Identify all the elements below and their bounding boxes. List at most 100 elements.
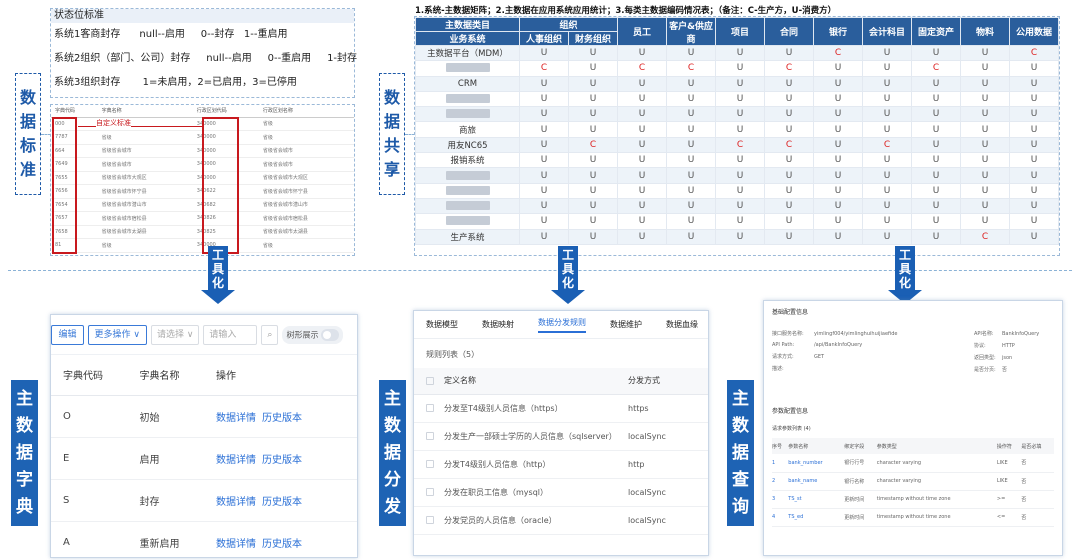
share-cell: U <box>617 167 667 184</box>
rule-mode: https <box>628 394 708 423</box>
field-value: yimlingf004/yimlinghuihuijiaefide <box>814 331 898 337</box>
share-matrix: 主数据类目 组织 员工 客户&供应商 项目 合同 银行 会计科目 固定资产 物料… <box>415 17 1059 245</box>
share-cell: U <box>911 182 961 199</box>
search-icon[interactable]: ⌕ <box>261 324 279 345</box>
share-cell: U <box>960 90 1010 108</box>
share-row: 主数据平台（MDM） U U U U U U C U U U C <box>415 44 1059 62</box>
share-cell: U <box>568 90 618 108</box>
edit-button[interactable]: 编辑 <box>51 324 84 345</box>
dict-row: S 封存 数据详情 历史版本 <box>51 479 357 522</box>
share-cell: U <box>764 152 814 169</box>
system-name <box>415 182 520 199</box>
rule-row[interactable]: 分发生产一部硕士学历的人员信息（sqlserver） localSync <box>414 422 708 451</box>
rule-row[interactable]: 分发在职员工信息（mysql） localSync <box>414 478 708 507</box>
tooling-arrow: 工具化 <box>201 246 235 304</box>
rule-count: 规则列表（5） <box>426 350 480 359</box>
param-header: 是否必填 <box>1021 438 1054 454</box>
field-label: API Path: <box>772 342 795 348</box>
row-checkbox[interactable] <box>426 432 434 440</box>
share-header: 人事组织 <box>519 31 569 46</box>
data-detail-link[interactable]: 数据详情 <box>216 455 256 466</box>
redacted-block <box>445 170 490 180</box>
row-checkbox[interactable] <box>426 460 434 468</box>
share-cell: U <box>1009 60 1059 77</box>
dist-header: 定义名称 <box>444 368 628 395</box>
system-name-text: 商旅 <box>458 125 476 136</box>
share-cell: U <box>617 152 667 169</box>
rule-checkbox-cell <box>414 450 444 479</box>
share-cell: U <box>911 152 961 169</box>
system-name-text: CRM <box>457 78 478 89</box>
share-cell: U <box>813 213 863 230</box>
system-name-text: 生产系统 <box>450 232 485 243</box>
rule-name: 分发T4级别人员信息（http） <box>444 450 628 479</box>
share-cell: U <box>715 106 765 123</box>
rule-mode: localSync <box>628 478 708 507</box>
rule-row[interactable]: 分发至T4级别人员信息（https） https <box>414 394 708 423</box>
tab-data-lineage[interactable]: 数据血缘 <box>666 319 698 330</box>
share-cell: U <box>813 106 863 123</box>
history-version-link[interactable]: 历史版本 <box>262 455 302 466</box>
share-cell: U <box>813 121 863 138</box>
share-cell: U <box>715 182 765 199</box>
data-detail-link[interactable]: 数据详情 <box>216 539 256 550</box>
share-cell: U <box>666 167 716 184</box>
tab-data-maintenance[interactable]: 数据维护 <box>610 319 642 330</box>
share-cell: U <box>519 106 569 123</box>
param-cell: 否 <box>1021 454 1054 473</box>
share-cell: U <box>813 182 863 199</box>
tree-view-toggle[interactable]: 树形展示 <box>282 325 343 344</box>
history-version-link[interactable]: 历史版本 <box>262 497 302 508</box>
param-header: 绑定字段 <box>844 438 877 454</box>
param-cell: 更新时间 <box>844 490 877 509</box>
param-cell: TS_st <box>788 490 845 509</box>
share-header: 组织 <box>519 17 618 32</box>
row-checkbox[interactable] <box>426 516 434 524</box>
tab-data-mapping[interactable]: 数据映射 <box>482 319 514 330</box>
rule-row[interactable]: 分发T4级别人员信息（http） http <box>414 450 708 479</box>
row-checkbox[interactable] <box>426 404 434 412</box>
share-cell: U <box>568 60 618 77</box>
data-detail-link[interactable]: 数据详情 <box>216 497 256 508</box>
more-actions-button[interactable]: 更多操作 ∨ <box>87 324 147 345</box>
share-cell: U <box>666 228 716 245</box>
tab-data-model[interactable]: 数据模型 <box>426 319 458 330</box>
std-cell: 省级省会城市宿松县 <box>258 211 354 226</box>
query-section-basic: 基础配置信息 <box>772 309 809 316</box>
share-cell: U <box>960 44 1010 62</box>
filter-select[interactable]: 请选择 ∨ <box>150 324 200 345</box>
share-cell: U <box>1009 152 1059 169</box>
share-row: 报销系统 U U U U U U U U U U U <box>415 152 1059 169</box>
query-field: 返回类型: json <box>974 354 1054 361</box>
share-cell: U <box>617 121 667 138</box>
share-row: 用友NC65 U C U U C C U C U U U <box>415 136 1059 154</box>
share-cell: U <box>715 213 765 230</box>
share-cell: U <box>519 182 569 199</box>
search-input[interactable]: 请输入 <box>203 324 258 345</box>
query-field: 接口服务名称: yimlingf004/yimlinghuihuijiaefide <box>772 330 897 337</box>
field-label: 是否分页: <box>974 367 996 373</box>
select-all-checkbox[interactable] <box>426 376 434 385</box>
dict-code: S <box>51 479 128 522</box>
system-name <box>415 197 520 215</box>
system-name <box>415 167 520 184</box>
history-version-link[interactable]: 历史版本 <box>262 539 302 550</box>
row-checkbox[interactable] <box>426 488 434 496</box>
rule-row[interactable]: 分发党员的人员信息（oracle） localSync <box>414 506 708 535</box>
share-cell: U <box>666 44 716 62</box>
redacted-block <box>445 109 490 119</box>
history-version-link[interactable]: 历史版本 <box>262 413 302 424</box>
share-cell: U <box>617 75 667 92</box>
share-cell: U <box>568 44 618 62</box>
label-master-dictionary: 主数据字典 <box>11 380 38 526</box>
tab-distribution-rules[interactable]: 数据分发规则 <box>538 317 586 333</box>
param-cell: 更新时间 <box>844 508 877 527</box>
share-cell: U <box>960 121 1010 138</box>
param-cell: 否 <box>1021 490 1054 509</box>
data-detail-link[interactable]: 数据详情 <box>216 413 256 424</box>
param-cell: >= <box>996 490 1022 509</box>
param-cell: 银行名称 <box>844 472 877 491</box>
rule-checkbox-cell <box>414 478 444 507</box>
param-cell: 1 <box>772 454 789 473</box>
tooling-arrow: 工具化 <box>551 246 585 304</box>
